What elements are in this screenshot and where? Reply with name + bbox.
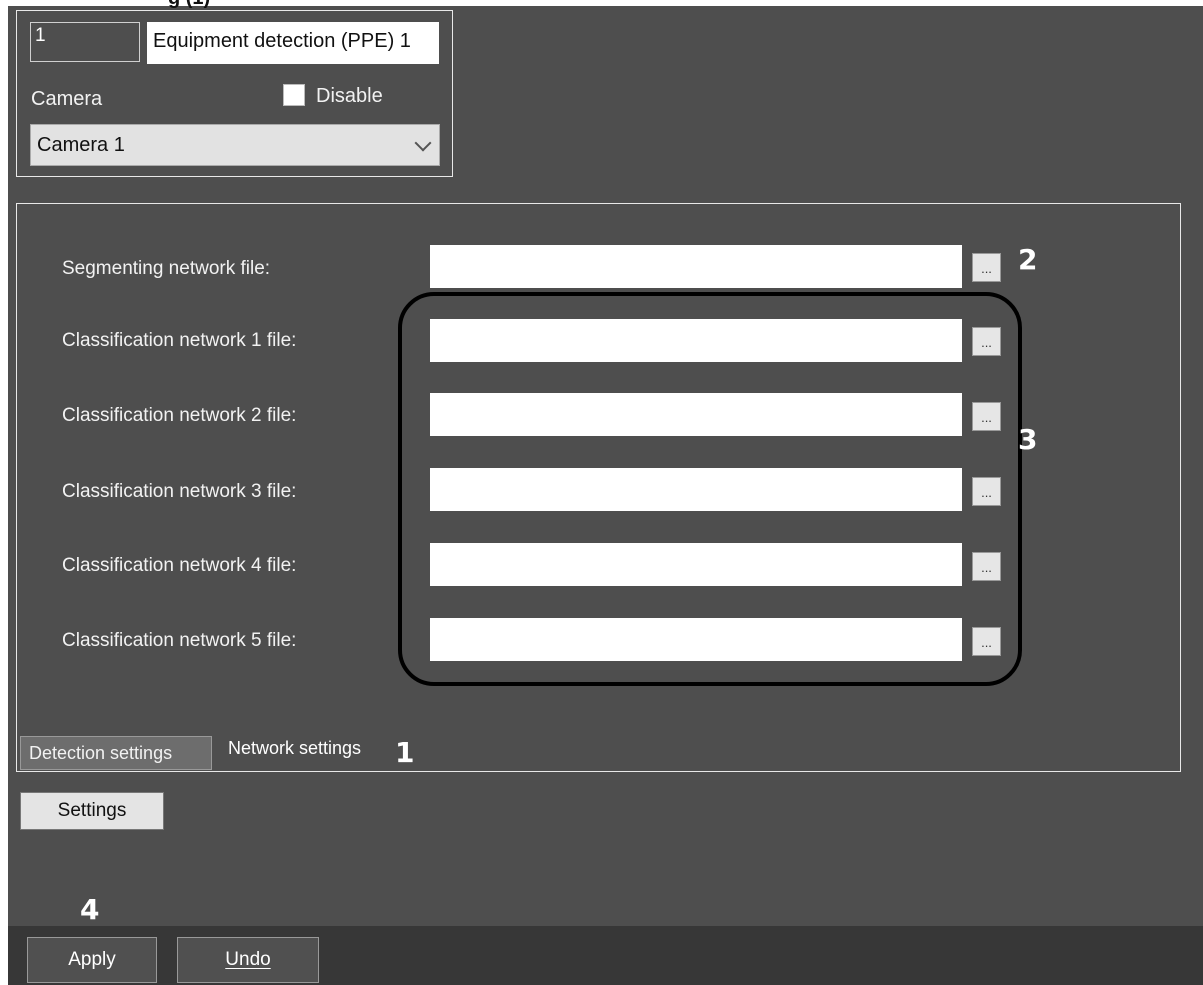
classification-network-1-label: Classification network 1 file:	[62, 330, 297, 351]
classification-network-4-label: Classification network 4 file:	[62, 555, 297, 576]
tab-network-settings[interactable]: Network settings	[228, 738, 361, 759]
callout-1: 1	[395, 736, 415, 769]
object-name-field[interactable]: Equipment detection (PPE) 1	[147, 22, 439, 64]
settings-button[interactable]: Settings	[20, 792, 164, 830]
camera-select[interactable]: Camera 1	[30, 124, 440, 166]
object-id-field[interactable]: 1	[30, 22, 140, 62]
classification-networks-highlight	[398, 292, 1022, 686]
apply-button[interactable]: Apply	[27, 937, 157, 983]
camera-label: Camera	[31, 88, 103, 110]
undo-button[interactable]: Undo	[177, 937, 319, 983]
camera-select-value: Camera 1	[37, 134, 125, 156]
cutoff-heading: g (1)	[168, 0, 210, 10]
classification-network-2-label: Classification network 2 file:	[62, 405, 297, 426]
segmenting-network-input[interactable]	[430, 245, 962, 288]
tab-detection-settings[interactable]: Detection settings	[20, 736, 212, 770]
segmenting-network-browse-button[interactable]: ...	[972, 253, 1001, 282]
disable-checkbox[interactable]	[283, 84, 305, 106]
callout-4: 4	[80, 893, 100, 926]
callout-2: 2	[1018, 243, 1038, 276]
segmenting-network-label: Segmenting network file:	[62, 258, 271, 279]
disable-label: Disable	[316, 85, 383, 107]
classification-network-3-label: Classification network 3 file:	[62, 481, 297, 502]
chevron-down-icon	[414, 134, 432, 152]
callout-3: 3	[1018, 423, 1038, 456]
classification-network-5-label: Classification network 5 file:	[62, 630, 297, 651]
